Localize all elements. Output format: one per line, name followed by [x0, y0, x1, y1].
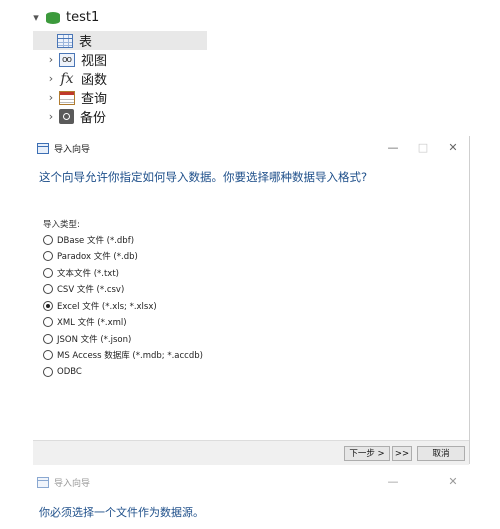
- query-icon: [59, 90, 75, 105]
- maximize-button[interactable]: □: [413, 140, 433, 156]
- option-json[interactable]: JSON 文件 (*.json): [43, 331, 131, 346]
- function-icon: fx: [60, 70, 74, 87]
- window-title: 导入向导: [54, 478, 91, 489]
- backup-icon: [59, 109, 74, 124]
- option-paradox[interactable]: Paradox 文件 (*.db): [43, 248, 138, 263]
- radio-button[interactable]: [43, 283, 53, 294]
- option-csv[interactable]: CSV 文件 (*.csv): [43, 281, 124, 296]
- tree-item-label: 函数: [81, 73, 108, 88]
- tree-item-backups[interactable]: › 备份: [45, 107, 106, 126]
- navigation-tree: ▾ test1 表 › 视图 › fx 函数 › 查询 › 备份: [0, 0, 500, 132]
- close-button[interactable]: ✕: [443, 140, 463, 156]
- next-button[interactable]: 下一步 >: [344, 446, 390, 461]
- tree-item-label: 视图: [81, 54, 108, 69]
- option-ms-access[interactable]: MS Access 数据库 (*.mdb; *.accdb): [43, 347, 203, 362]
- option-label: Excel 文件 (*.xls; *.xlsx): [57, 301, 157, 312]
- wizard-icon: [37, 142, 49, 154]
- chevron-down-icon[interactable]: ▾: [30, 11, 42, 24]
- radio-button[interactable]: [43, 234, 53, 245]
- option-xml[interactable]: XML 文件 (*.xml): [43, 314, 127, 329]
- cancel-button[interactable]: 取消: [417, 446, 465, 461]
- import-type-label: 导入类型:: [43, 220, 80, 230]
- tree-item-functions[interactable]: › fx 函数: [45, 69, 108, 89]
- database-icon: [46, 11, 60, 24]
- import-wizard-dialog: 导入向导 — □ ✕ 这个向导允许你指定如何导入数据。你要选择哪种数据导入格式?…: [33, 136, 470, 465]
- wizard-heading: 你必须选择一个文件作为数据源。: [39, 506, 204, 519]
- chevron-right-icon[interactable]: ›: [45, 53, 57, 66]
- tree-item-label: 备份: [80, 111, 107, 126]
- close-button[interactable]: ✕: [443, 474, 463, 490]
- radio-button[interactable]: [43, 333, 53, 344]
- tree-item-tables[interactable]: 表: [33, 31, 207, 50]
- tree-item-label: test1: [66, 10, 100, 25]
- option-label: Paradox 文件 (*.db): [57, 251, 138, 262]
- option-label: JSON 文件 (*.json): [57, 334, 132, 345]
- button-bar: 下一步 > >> 取消: [33, 440, 469, 465]
- wizard-icon: [37, 476, 49, 488]
- option-label: XML 文件 (*.xml): [57, 317, 127, 328]
- tree-item-views[interactable]: › 视图: [45, 50, 107, 69]
- tree-item-database[interactable]: ▾ test1: [30, 8, 99, 27]
- chevron-right-icon[interactable]: ›: [45, 110, 57, 123]
- option-label: DBase 文件 (*.dbf): [57, 235, 135, 246]
- chevron-right-icon[interactable]: ›: [45, 72, 57, 85]
- tree-item-queries[interactable]: › 查询: [45, 88, 107, 107]
- option-label: ODBC: [57, 366, 82, 377]
- option-label: MS Access 数据库 (*.mdb; *.accdb): [57, 350, 203, 361]
- option-odbc[interactable]: ODBC: [43, 364, 82, 379]
- option-dbase[interactable]: DBase 文件 (*.dbf): [43, 232, 134, 247]
- tree-item-label: 表: [79, 35, 93, 50]
- table-icon: [57, 33, 73, 48]
- radio-button[interactable]: [43, 349, 53, 360]
- option-label: CSV 文件 (*.csv): [57, 284, 125, 295]
- radio-button-selected[interactable]: [43, 300, 53, 311]
- title-bar[interactable]: 导入向导 — ✕: [33, 470, 469, 494]
- view-icon: [59, 52, 75, 67]
- option-label: 文本文件 (*.txt): [57, 268, 119, 279]
- tree-item-label: 查询: [81, 92, 108, 107]
- window-title: 导入向导: [54, 144, 91, 155]
- wizard-heading: 这个向导允许你指定如何导入数据。你要选择哪种数据导入格式?: [39, 170, 368, 184]
- minimize-button[interactable]: —: [383, 474, 403, 490]
- option-text[interactable]: 文本文件 (*.txt): [43, 265, 119, 280]
- minimize-button[interactable]: —: [383, 140, 403, 156]
- radio-button[interactable]: [43, 316, 53, 327]
- title-bar[interactable]: 导入向导 — □ ✕: [33, 136, 469, 160]
- chevron-right-icon[interactable]: ›: [45, 91, 57, 104]
- radio-button[interactable]: [43, 366, 53, 377]
- option-excel[interactable]: Excel 文件 (*.xls; *.xlsx): [43, 298, 157, 313]
- last-step-button[interactable]: >>: [392, 446, 412, 461]
- radio-button[interactable]: [43, 267, 53, 278]
- import-wizard-dialog-2: 导入向导 — ✕ 你必须选择一个文件作为数据源。: [33, 470, 469, 529]
- radio-button[interactable]: [43, 250, 53, 261]
